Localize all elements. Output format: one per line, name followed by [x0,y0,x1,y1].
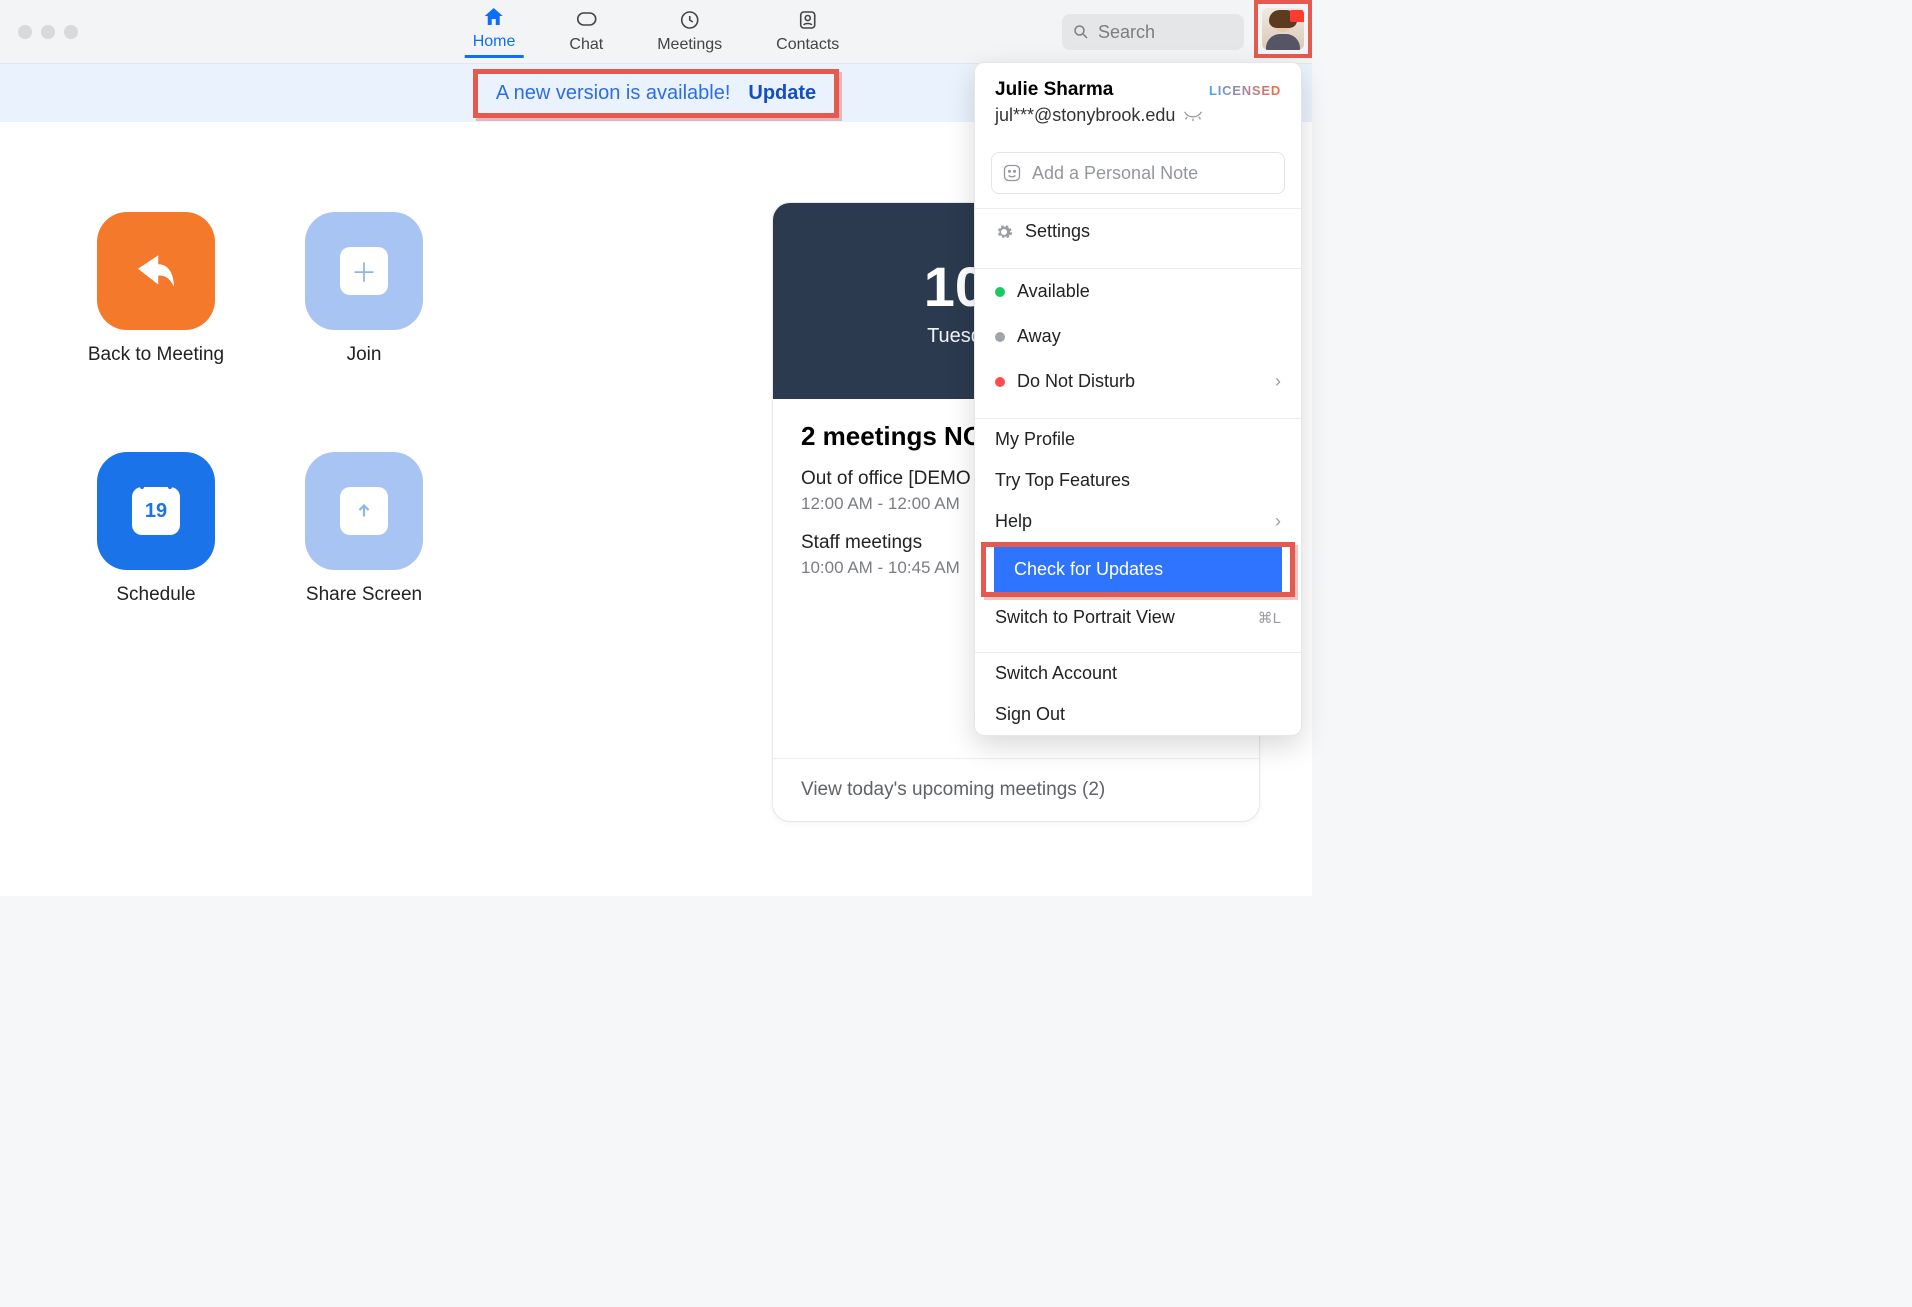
check-updates-highlight: Check for Updates [981,542,1295,597]
menu-switch-account-label: Switch Account [995,663,1117,684]
calendar-day: 19 [145,500,167,523]
chevron-right-icon: › [1275,371,1281,392]
menu-check-updates[interactable]: Check for Updates [994,547,1282,592]
nav-home-label: Home [473,33,516,51]
status-away-icon [995,332,1005,342]
license-badge: LICENSED [1209,83,1281,98]
menu-sign-out[interactable]: Sign Out [975,694,1301,735]
menu-portrait-label: Switch to Portrait View [995,607,1175,628]
tile-join-label: Join [347,344,382,366]
tile-back-label: Back to Meeting [88,344,224,366]
tile-share-label: Share Screen [306,584,422,606]
titlebar: Home Chat Meetings Contacts Search [0,0,1312,64]
search-placeholder: Search [1098,22,1155,43]
clock-icon [678,8,702,32]
menu-help[interactable]: Help › [975,501,1301,542]
home-icon [482,5,506,29]
nav-meetings[interactable]: Meetings [649,8,730,58]
status-dnd-label: Do Not Disturb [1017,371,1135,392]
menu-my-profile-label: My Profile [995,429,1075,450]
search-input[interactable]: Search [1062,14,1244,50]
menu-try-features[interactable]: Try Top Features [975,460,1301,501]
menu-switch-account[interactable]: Switch Account [975,653,1301,694]
nav-contacts[interactable]: Contacts [768,8,847,58]
nav-home[interactable]: Home [465,5,524,58]
tile-share-screen[interactable]: Share Screen [260,452,468,662]
update-message: A new version is available! [496,82,731,105]
nav-chat[interactable]: Chat [561,8,611,58]
menu-portrait-view[interactable]: Switch to Portrait View ⌘L [975,597,1301,638]
calendar-icon: 19 [97,452,215,570]
menu-check-updates-label: Check for Updates [1014,559,1163,580]
back-arrow-icon [97,212,215,330]
menu-sign-out-label: Sign Out [995,704,1065,725]
status-available[interactable]: Available [975,269,1301,314]
eye-closed-icon[interactable] [1183,109,1203,123]
maximize-window-icon[interactable] [64,25,78,39]
status-available-label: Available [1017,281,1090,302]
status-away[interactable]: Away [975,314,1301,359]
menu-try-features-label: Try Top Features [995,470,1130,491]
update-button[interactable]: Update [748,82,816,105]
gear-icon [995,223,1013,241]
minimize-window-icon[interactable] [41,25,55,39]
profile-avatar[interactable] [1262,8,1304,50]
menu-settings-label: Settings [1025,221,1090,242]
tile-join[interactable]: ＋ Join [260,212,468,422]
nav-meetings-label: Meetings [657,36,722,54]
window-controls[interactable] [18,25,78,39]
view-upcoming-link[interactable]: View today's upcoming meetings (2) [773,758,1259,821]
portrait-shortcut: ⌘L [1258,609,1281,627]
dropdown-header: Julie Sharma LICENSED jul***@stonybrook.… [975,63,1301,140]
chat-icon [574,8,598,32]
tile-back-to-meeting[interactable]: Back to Meeting [52,212,260,422]
menu-my-profile[interactable]: My Profile [975,419,1301,460]
top-nav: Home Chat Meetings Contacts [465,0,848,64]
status-dnd[interactable]: Do Not Disturb › [975,359,1301,404]
smile-icon [1002,163,1022,183]
status-away-label: Away [1017,326,1061,347]
tile-schedule-label: Schedule [116,584,195,606]
search-icon [1072,23,1090,41]
plus-icon: ＋ [305,212,423,330]
profile-dropdown: Julie Sharma LICENSED jul***@stonybrook.… [974,62,1302,736]
status-dnd-icon [995,377,1005,387]
menu-settings[interactable]: Settings [975,209,1301,254]
avatar-highlight [1254,0,1312,58]
profile-name: Julie Sharma [995,79,1113,101]
nav-chat-label: Chat [569,36,603,54]
chevron-right-icon: › [1275,511,1281,532]
nav-contacts-label: Contacts [776,36,839,54]
contacts-icon [796,8,820,32]
personal-note-input[interactable]: Add a Personal Note [991,152,1285,194]
personal-note-placeholder: Add a Personal Note [1032,163,1198,184]
tile-schedule[interactable]: 19 Schedule [52,452,260,662]
close-window-icon[interactable] [18,25,32,39]
recording-icon [1290,10,1304,22]
menu-help-label: Help [995,511,1032,532]
share-icon [305,452,423,570]
update-banner: A new version is available! Update [473,69,839,118]
profile-email: jul***@stonybrook.edu [995,105,1175,126]
status-available-icon [995,287,1005,297]
